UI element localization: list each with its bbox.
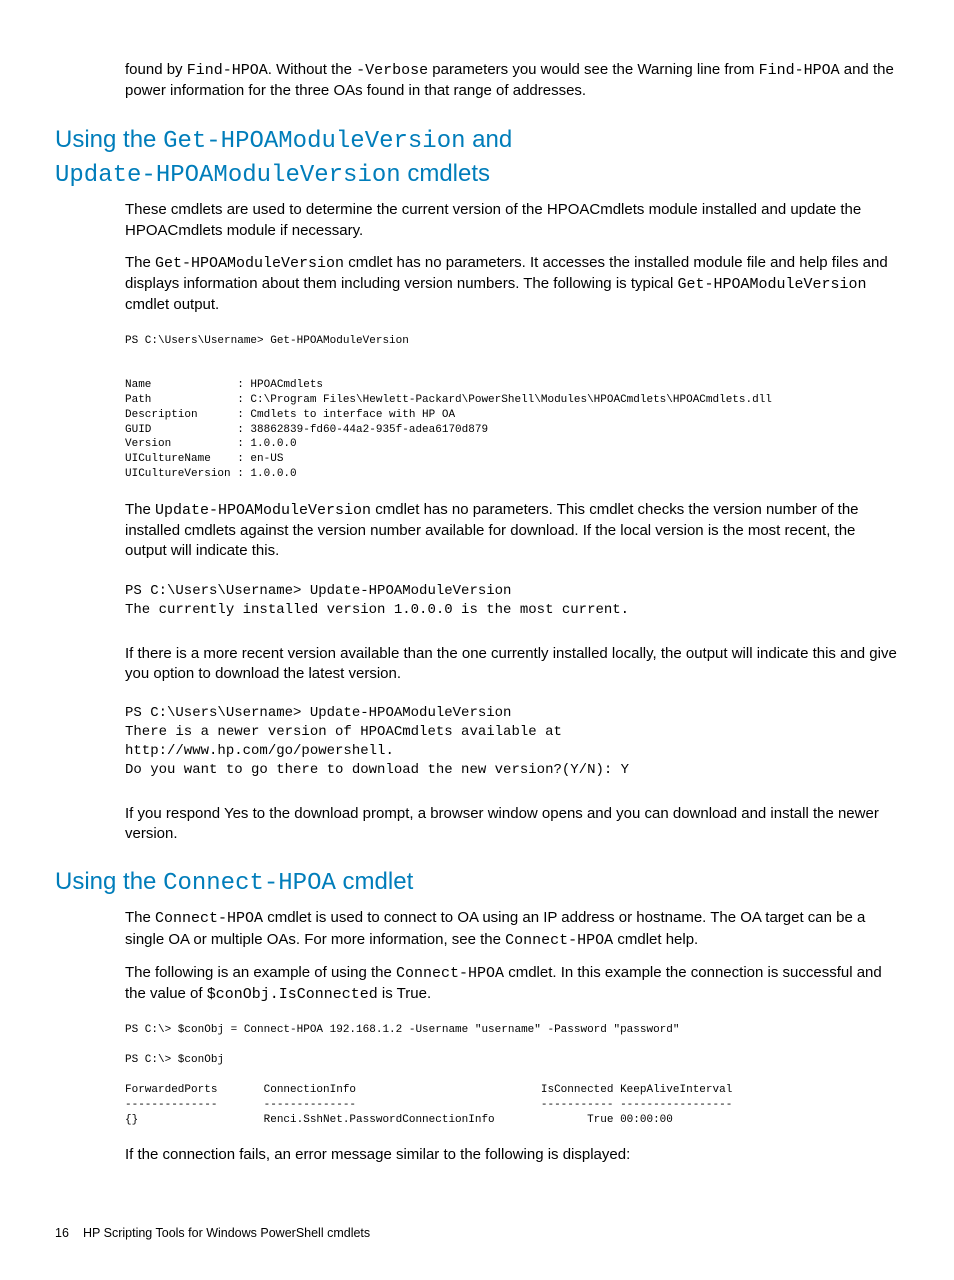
heading-text: Using the: [55, 868, 163, 895]
inline-code: Find-HPOA: [759, 62, 840, 79]
page-number: 16: [55, 1226, 83, 1240]
code-block-update-current: PS C:\Users\Username> Update-HPOAModuleV…: [125, 582, 899, 620]
code-block-connect: PS C:\> $conObj = Connect-HPOA 192.168.1…: [125, 1023, 899, 1127]
paragraph: These cmdlets are used to determine the …: [125, 200, 899, 241]
inline-code: Connect-HPOA: [505, 932, 613, 949]
inline-code: Get-HPOAModuleVersion: [155, 255, 344, 272]
paragraph: If the connection fails, an error messag…: [125, 1145, 899, 1165]
paragraph: If you respond Yes to the download promp…: [125, 804, 899, 845]
heading-text: Using the: [55, 126, 163, 153]
text: The: [125, 501, 155, 518]
text: cmdlet help.: [613, 931, 698, 948]
text: . Without the: [268, 61, 356, 78]
section-body: These cmdlets are used to determine the …: [125, 200, 899, 315]
text: The following is an example of using the: [125, 964, 396, 981]
heading-text: cmdlet: [336, 868, 413, 895]
section-body: The Update-HPOAModuleVersion cmdlet has …: [125, 500, 899, 562]
heading-code: Get-HPOAModuleVersion: [163, 128, 465, 155]
text: cmdlet output.: [125, 296, 219, 313]
footer-title: HP Scripting Tools for Windows PowerShel…: [83, 1226, 370, 1240]
text: The: [125, 254, 155, 271]
page-footer: 16HP Scripting Tools for Windows PowerSh…: [55, 1226, 899, 1240]
text: The: [125, 909, 155, 926]
inline-code: Update-HPOAModuleVersion: [155, 502, 371, 519]
intro-paragraph: found by Find-HPOA. Without the -Verbose…: [125, 60, 899, 102]
inline-code: Find-HPOA: [187, 62, 268, 79]
inline-code: $conObj.IsConnected: [207, 986, 378, 1003]
text: found by: [125, 61, 187, 78]
heading-code: Update-HPOAModuleVersion: [55, 162, 401, 189]
heading-text: cmdlets: [401, 160, 490, 187]
inline-code: Connect-HPOA: [155, 910, 263, 927]
heading-code: Connect-HPOA: [163, 870, 336, 897]
section-body: If the connection fails, an error messag…: [125, 1145, 899, 1165]
text: is True.: [378, 985, 431, 1002]
section-heading-moduleversion: Using the Get-HPOAModuleVersion and Upda…: [55, 124, 899, 193]
paragraph: If there is a more recent version availa…: [125, 644, 899, 685]
section-body: The Connect-HPOA cmdlet is used to conne…: [125, 908, 899, 1005]
code-block-update-newer: PS C:\Users\Username> Update-HPOAModuleV…: [125, 704, 899, 780]
inline-code: Connect-HPOA: [396, 965, 504, 982]
section-body: If there is a more recent version availa…: [125, 644, 899, 685]
heading-text: and: [466, 126, 513, 153]
code-block-get-moduleversion: PS C:\Users\Username> Get-HPOAModuleVers…: [125, 334, 899, 482]
section-body: If you respond Yes to the download promp…: [125, 804, 899, 845]
section-heading-connect: Using the Connect-HPOA cmdlet: [55, 866, 899, 900]
text: parameters you would see the Warning lin…: [428, 61, 758, 78]
inline-code: Get-HPOAModuleVersion: [678, 276, 867, 293]
inline-code: -Verbose: [356, 62, 428, 79]
